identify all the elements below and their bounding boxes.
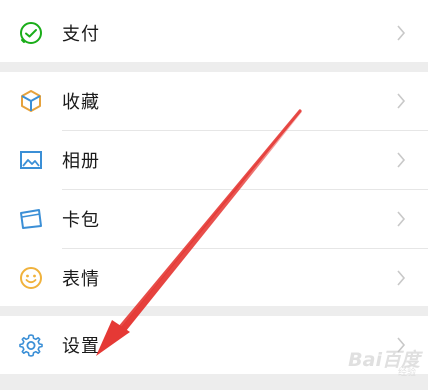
smiley-icon [18, 265, 44, 291]
chevron-right-icon [396, 269, 406, 287]
menu-item-settings[interactable]: 设置 [0, 316, 428, 374]
menu-item-wallet[interactable]: 卡包 [0, 190, 428, 248]
menu-label-favorites: 收藏 [62, 92, 100, 113]
chevron-right-icon [396, 210, 406, 228]
section-main: 收藏 相册 卡包 表情 [0, 72, 428, 306]
image-icon [18, 147, 44, 173]
menu-label-wallet: 卡包 [62, 210, 100, 231]
gear-icon [18, 332, 44, 358]
menu-item-pay[interactable]: 支付 [0, 4, 428, 62]
menu-label-stickers: 表情 [62, 269, 100, 290]
menu-item-stickers[interactable]: 表情 [0, 249, 428, 307]
menu-item-favorites[interactable]: 收藏 [0, 72, 428, 130]
menu-label-settings: 设置 [62, 336, 100, 357]
chevron-right-icon [396, 24, 406, 42]
menu-item-album[interactable]: 相册 [0, 131, 428, 189]
card-icon [18, 206, 44, 232]
cube-icon [18, 88, 44, 114]
chevron-right-icon [396, 151, 406, 169]
menu-label-album: 相册 [62, 151, 100, 172]
chevron-right-icon [396, 92, 406, 110]
menu-label-pay: 支付 [62, 24, 100, 45]
section-settings: 设置 [0, 316, 428, 374]
section-payment: 支付 [0, 0, 428, 62]
chevron-right-icon [396, 336, 406, 354]
wechat-pay-icon [18, 20, 44, 46]
